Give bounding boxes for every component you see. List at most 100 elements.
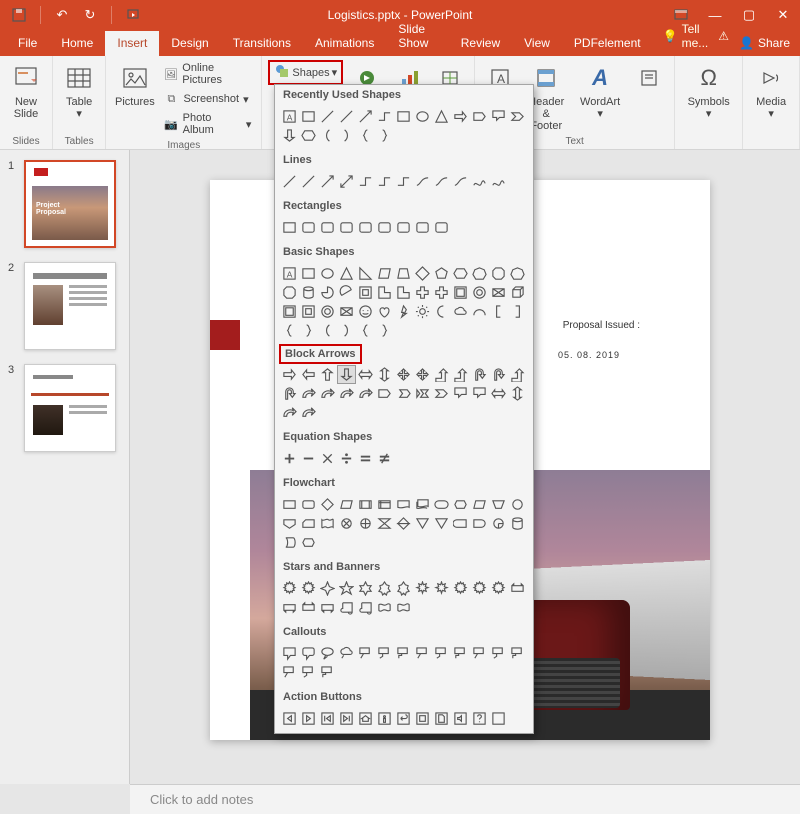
shape-item[interactable] xyxy=(452,496,469,513)
shape-item[interactable] xyxy=(357,284,374,301)
shape-item[interactable] xyxy=(490,265,507,282)
shape-item[interactable] xyxy=(490,580,507,597)
shape-item[interactable] xyxy=(509,580,526,597)
shape-item[interactable] xyxy=(376,108,393,125)
shape-item[interactable] xyxy=(490,303,507,320)
shape-item[interactable] xyxy=(395,265,412,282)
shape-item[interactable] xyxy=(281,450,298,467)
shape-item[interactable] xyxy=(490,496,507,513)
shape-item[interactable] xyxy=(414,496,431,513)
shape-item[interactable] xyxy=(376,219,393,236)
shape-item[interactable] xyxy=(433,580,450,597)
shape-item[interactable] xyxy=(338,515,355,532)
shape-item[interactable] xyxy=(395,385,412,402)
shape-item[interactable] xyxy=(490,645,507,662)
shape-item[interactable] xyxy=(452,265,469,282)
shape-item[interactable] xyxy=(395,284,412,301)
shape-item[interactable] xyxy=(300,664,317,681)
shape-item[interactable] xyxy=(452,366,469,383)
shape-item[interactable] xyxy=(414,303,431,320)
shape-item[interactable] xyxy=(376,265,393,282)
shape-item[interactable] xyxy=(357,645,374,662)
tab-review[interactable]: Review xyxy=(449,31,512,56)
new-slide-button[interactable]: New Slide xyxy=(6,60,46,122)
shape-item[interactable] xyxy=(338,366,355,383)
shape-item[interactable] xyxy=(281,366,298,383)
shape-item[interactable] xyxy=(414,710,431,727)
shape-item[interactable] xyxy=(471,710,488,727)
screenshot-button[interactable]: ⧉Screenshot ▾ xyxy=(159,89,255,109)
shape-item[interactable] xyxy=(433,366,450,383)
shape-item[interactable] xyxy=(433,303,450,320)
shape-item[interactable] xyxy=(319,366,336,383)
shape-item[interactable] xyxy=(509,303,526,320)
tab-view[interactable]: View xyxy=(512,31,562,56)
shape-item[interactable] xyxy=(376,303,393,320)
shape-item[interactable] xyxy=(471,496,488,513)
shape-item[interactable] xyxy=(338,322,355,339)
shape-item[interactable] xyxy=(281,284,298,301)
shape-item[interactable] xyxy=(490,710,507,727)
tab-insert[interactable]: Insert xyxy=(105,31,159,56)
shape-item[interactable] xyxy=(319,322,336,339)
shape-item[interactable] xyxy=(319,173,336,190)
shape-item[interactable] xyxy=(395,366,412,383)
shape-item[interactable] xyxy=(433,496,450,513)
maximize-button[interactable]: ▢ xyxy=(732,0,766,30)
shape-item[interactable] xyxy=(338,496,355,513)
shape-item[interactable] xyxy=(357,366,374,383)
shape-item[interactable] xyxy=(471,645,488,662)
notes-pane[interactable]: Click to add notes xyxy=(130,784,800,814)
shape-item[interactable] xyxy=(357,450,374,467)
shape-item[interactable] xyxy=(376,450,393,467)
shape-item[interactable] xyxy=(509,366,526,383)
tab-pdfelement[interactable]: PDFelement xyxy=(562,31,653,56)
shape-item[interactable] xyxy=(300,265,317,282)
close-button[interactable]: ✕ xyxy=(766,0,800,30)
shape-item[interactable] xyxy=(300,108,317,125)
tab-slideshow[interactable]: Slide Show xyxy=(386,17,448,56)
shape-item[interactable] xyxy=(376,127,393,144)
shape-item[interactable] xyxy=(300,496,317,513)
shape-item[interactable] xyxy=(319,599,336,616)
shape-item[interactable] xyxy=(376,645,393,662)
tab-home[interactable]: Home xyxy=(49,31,105,56)
shape-item[interactable] xyxy=(395,108,412,125)
shape-item[interactable] xyxy=(509,645,526,662)
shape-item[interactable] xyxy=(395,173,412,190)
slide-thumbnail-1[interactable]: Project Proposal xyxy=(24,160,116,248)
shape-item[interactable] xyxy=(490,515,507,532)
shape-item[interactable] xyxy=(300,366,317,383)
shape-item[interactable] xyxy=(281,385,298,402)
shape-item[interactable] xyxy=(357,599,374,616)
shape-item[interactable] xyxy=(357,515,374,532)
shape-item[interactable]: A xyxy=(281,108,298,125)
shape-item[interactable] xyxy=(376,284,393,301)
shape-item[interactable] xyxy=(300,599,317,616)
shape-item[interactable] xyxy=(319,265,336,282)
shape-item[interactable] xyxy=(338,450,355,467)
shape-item[interactable] xyxy=(471,265,488,282)
shape-item[interactable] xyxy=(338,284,355,301)
slide-thumbnail-3[interactable] xyxy=(24,364,116,452)
shapes-button[interactable]: Shapes ▾ xyxy=(268,60,343,85)
shape-item[interactable] xyxy=(376,515,393,532)
shape-item[interactable] xyxy=(414,580,431,597)
shape-item[interactable] xyxy=(433,710,450,727)
shape-item[interactable] xyxy=(414,284,431,301)
shape-item[interactable] xyxy=(281,580,298,597)
shape-item[interactable] xyxy=(300,322,317,339)
shape-item[interactable] xyxy=(414,108,431,125)
shape-item[interactable] xyxy=(433,645,450,662)
shape-item[interactable] xyxy=(281,322,298,339)
shape-item[interactable] xyxy=(376,710,393,727)
shape-item[interactable] xyxy=(395,496,412,513)
shape-item[interactable] xyxy=(452,173,469,190)
shape-item[interactable] xyxy=(319,710,336,727)
shape-item[interactable] xyxy=(300,645,317,662)
shape-item[interactable] xyxy=(471,366,488,383)
shape-item[interactable] xyxy=(471,108,488,125)
shape-item[interactable] xyxy=(300,127,317,144)
shape-item[interactable] xyxy=(490,385,507,402)
shape-item[interactable] xyxy=(471,580,488,597)
